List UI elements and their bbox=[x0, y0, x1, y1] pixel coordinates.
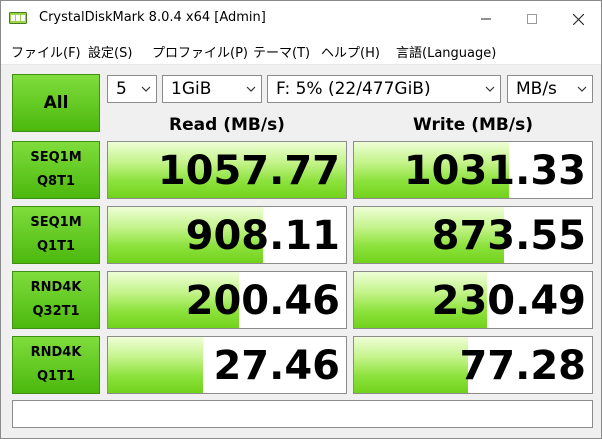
write-value: 230.49 bbox=[431, 278, 586, 324]
read-value: 908.11 bbox=[185, 213, 340, 259]
drive-select[interactable]: F: 5% (22/477GiB) bbox=[267, 75, 501, 103]
minimize-icon bbox=[481, 18, 491, 20]
test-rnd4k-q1t1-button[interactable]: RND4K Q1T1 bbox=[12, 336, 100, 394]
app-window: CrystalDiskMark 8.0.4 x64 [Admin] ファイル(F… bbox=[0, 0, 602, 439]
all-button[interactable]: All bbox=[12, 74, 100, 132]
menu-theme[interactable]: テーマ(T) bbox=[253, 42, 310, 61]
drive-value: F: 5% (22/477GiB) bbox=[276, 79, 431, 99]
write-column-header: Write (MB/s) bbox=[413, 115, 533, 135]
test-name: SEQ1M bbox=[30, 215, 82, 230]
title-bar: CrystalDiskMark 8.0.4 x64 [Admin] bbox=[1, 1, 601, 37]
test-name: RND4K bbox=[30, 280, 82, 295]
chevron-down-icon bbox=[485, 86, 495, 92]
menu-bar: ファイル(F) 設定(S) プロファイル(P) テーマ(T) ヘルプ(H) 言語… bbox=[1, 37, 601, 65]
test-name: SEQ1M bbox=[30, 150, 82, 165]
count-value: 5 bbox=[116, 79, 127, 99]
write-value: 873.55 bbox=[431, 213, 586, 259]
test-name: RND4K bbox=[30, 345, 82, 360]
unit-value: MB/s bbox=[516, 79, 557, 99]
size-select[interactable]: 1GiB bbox=[162, 75, 262, 103]
close-button[interactable] bbox=[555, 1, 601, 37]
read-result-seq1m-q8t1: 1057.77 bbox=[107, 141, 347, 199]
close-icon bbox=[572, 13, 584, 25]
read-result-seq1m-q1t1: 908.11 bbox=[107, 206, 347, 264]
menu-file[interactable]: ファイル(F) bbox=[11, 42, 81, 61]
test-seq1m-q8t1-button[interactable]: SEQ1M Q8T1 bbox=[12, 141, 100, 199]
test-params: Q1T1 bbox=[36, 369, 75, 384]
write-value: 77.28 bbox=[459, 343, 586, 389]
maximize-icon bbox=[527, 14, 537, 24]
comment-box[interactable] bbox=[12, 400, 593, 428]
read-value: 27.46 bbox=[213, 343, 340, 389]
write-bar bbox=[354, 337, 469, 393]
write-result-rnd4k-q32t1: 230.49 bbox=[353, 271, 593, 329]
test-params: Q1T1 bbox=[36, 239, 75, 254]
read-result-rnd4k-q32t1: 200.46 bbox=[107, 271, 347, 329]
chevron-down-icon bbox=[577, 86, 587, 92]
read-column-header: Read (MB/s) bbox=[169, 115, 285, 135]
count-select[interactable]: 5 bbox=[107, 75, 157, 103]
menu-settings[interactable]: 設定(S) bbox=[88, 42, 132, 61]
menu-help[interactable]: ヘルプ(H) bbox=[321, 42, 380, 61]
test-rnd4k-q32t1-button[interactable]: RND4K Q32T1 bbox=[12, 271, 100, 329]
size-value: 1GiB bbox=[171, 79, 212, 99]
minimize-button[interactable] bbox=[463, 1, 509, 37]
app-icon bbox=[9, 12, 27, 24]
read-value: 200.46 bbox=[185, 278, 340, 324]
window-title: CrystalDiskMark 8.0.4 x64 [Admin] bbox=[39, 10, 266, 25]
unit-select[interactable]: MB/s bbox=[507, 75, 593, 103]
menu-language[interactable]: 言語(Language) bbox=[396, 42, 496, 61]
read-value: 1057.77 bbox=[157, 148, 340, 194]
chevron-down-icon bbox=[141, 86, 151, 92]
maximize-button[interactable] bbox=[509, 1, 555, 37]
write-result-seq1m-q1t1: 873.55 bbox=[353, 206, 593, 264]
test-params: Q32T1 bbox=[32, 304, 80, 319]
test-params: Q8T1 bbox=[36, 174, 75, 189]
write-value: 1031.33 bbox=[403, 148, 586, 194]
write-result-seq1m-q8t1: 1031.33 bbox=[353, 141, 593, 199]
read-result-rnd4k-q1t1: 27.46 bbox=[107, 336, 347, 394]
read-bar bbox=[108, 337, 204, 393]
write-result-rnd4k-q1t1: 77.28 bbox=[353, 336, 593, 394]
test-seq1m-q1t1-button[interactable]: SEQ1M Q1T1 bbox=[12, 206, 100, 264]
chevron-down-icon bbox=[246, 86, 256, 92]
menu-profile[interactable]: プロファイル(P) bbox=[152, 42, 248, 61]
